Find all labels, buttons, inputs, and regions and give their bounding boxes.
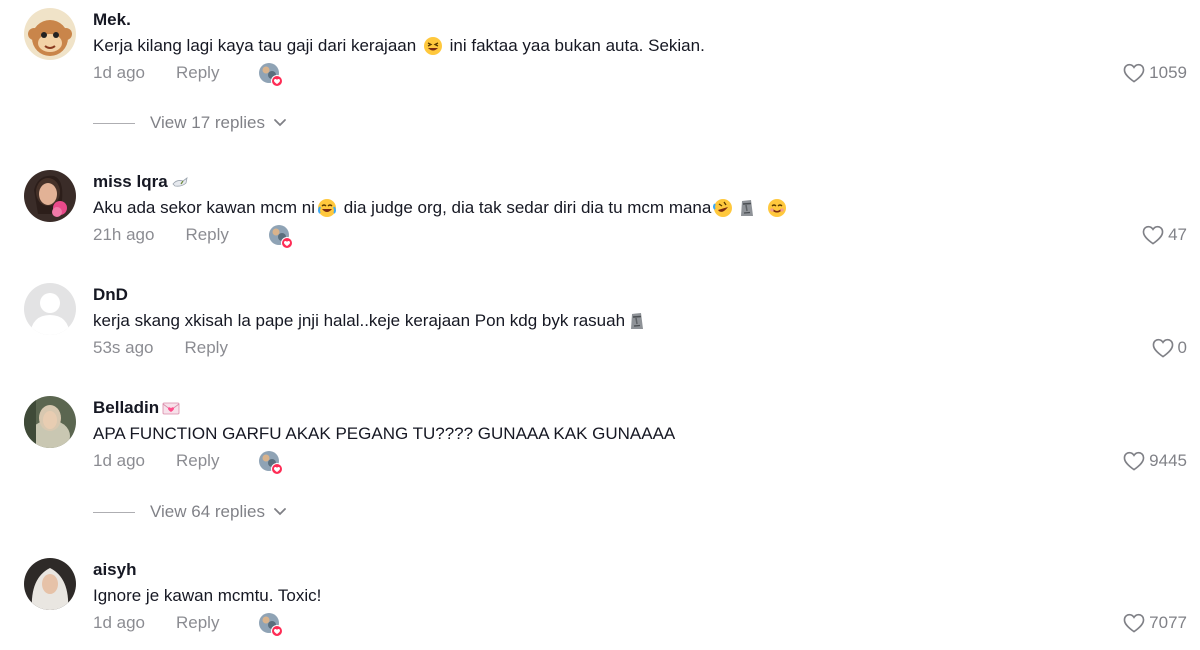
username[interactable]: aisyh — [93, 560, 136, 580]
view-replies-label[interactable]: View 64 replies — [150, 502, 265, 522]
avatar[interactable] — [24, 283, 76, 335]
username[interactable]: Mek. — [93, 10, 131, 30]
comment-item: aisyh Ignore je kawan mcmtu. Toxic! 1d a… — [0, 550, 1200, 630]
username-text[interactable]: DnD — [93, 285, 128, 305]
comment-text: APA FUNCTION GARFU AKAK PEGANG TU???? GU… — [93, 424, 676, 443]
reply-button[interactable]: Reply — [176, 63, 219, 83]
face-with-tears-of-joy-icon — [318, 199, 337, 217]
chevron-down-icon — [273, 118, 287, 128]
comment-meta: 53s ago Reply — [93, 338, 228, 358]
like-button[interactable]: 9445 — [1123, 451, 1187, 471]
creator-liked-icon — [258, 612, 284, 638]
comment-item: miss lqra Aku ada sekor kawan mcm ni dia… — [0, 162, 1200, 242]
avatar[interactable] — [24, 396, 76, 448]
smiling-face-icon — [768, 199, 787, 217]
comment-meta: 1d ago Reply — [93, 63, 219, 83]
comment-meta: 1d ago Reply — [93, 451, 219, 471]
rolling-on-floor-laughing-icon — [713, 199, 733, 217]
heart-icon — [1123, 613, 1145, 633]
comment-text: Kerja kilang lagi kaya tau gaji dari ker… — [93, 36, 705, 55]
dove-icon — [172, 177, 188, 187]
like-count: 0 — [1177, 338, 1187, 357]
comment-meta: 21h ago Reply — [93, 225, 229, 245]
timestamp: 53s ago — [93, 338, 154, 357]
divider-line — [93, 511, 135, 513]
like-count: 9445 — [1149, 451, 1187, 470]
comment-text: kerja skang xkisah la pape jnji halal..k… — [93, 311, 649, 331]
heart-icon — [1123, 63, 1145, 83]
reply-button[interactable]: Reply — [185, 225, 228, 245]
timestamp: 21h ago — [93, 225, 155, 244]
username[interactable]: miss lqra — [93, 172, 189, 192]
username[interactable]: DnD — [93, 285, 128, 305]
creator-liked-icon — [258, 450, 284, 476]
heart-icon — [1142, 225, 1164, 245]
divider-line — [93, 122, 135, 124]
view-replies-label[interactable]: View 17 replies — [150, 113, 265, 133]
love-letter-icon — [162, 402, 180, 415]
moai-icon — [631, 313, 644, 329]
comment-item: Belladin APA FUNCTION GARFU AKAK PEGANG … — [0, 388, 1200, 468]
comment-text: Aku ada sekor kawan mcm ni dia judge org… — [93, 198, 789, 218]
like-button[interactable]: 7077 — [1123, 613, 1187, 633]
avatar[interactable] — [24, 8, 76, 60]
moai-icon — [741, 200, 754, 216]
like-button[interactable]: 47 — [1142, 225, 1187, 245]
username[interactable]: Belladin — [93, 398, 180, 418]
comment-list: Mek. Kerja kilang lagi kaya tau gaji dar… — [0, 0, 1200, 650]
creator-liked-icon — [258, 62, 284, 88]
comment-meta: 1d ago Reply — [93, 613, 219, 633]
heart-icon — [1152, 338, 1174, 358]
creator-liked-icon — [268, 224, 294, 250]
like-button[interactable]: 0 — [1152, 338, 1187, 358]
grinning-squinting-face-icon — [423, 37, 442, 55]
like-button[interactable]: 1059 — [1123, 63, 1187, 83]
reply-button[interactable]: Reply — [176, 613, 219, 633]
avatar[interactable] — [24, 170, 76, 222]
view-replies-button[interactable]: View 64 replies — [93, 502, 287, 522]
comment-item: Mek. Kerja kilang lagi kaya tau gaji dar… — [0, 0, 1200, 80]
like-count: 1059 — [1149, 63, 1187, 82]
avatar[interactable] — [24, 558, 76, 610]
reply-button[interactable]: Reply — [185, 338, 228, 358]
heart-icon — [1123, 451, 1145, 471]
view-replies-button[interactable]: View 17 replies — [93, 113, 287, 133]
username-text[interactable]: miss lqra — [93, 172, 168, 192]
username-text[interactable]: Mek. — [93, 10, 131, 30]
comment-text: Ignore je kawan mcmtu. Toxic! — [93, 586, 322, 605]
like-count: 47 — [1168, 225, 1187, 244]
timestamp: 1d ago — [93, 63, 145, 82]
comment-item: DnD kerja skang xkisah la pape jnji hala… — [0, 275, 1200, 355]
username-text[interactable]: Belladin — [93, 398, 159, 418]
like-count: 7077 — [1149, 613, 1187, 632]
username-text[interactable]: aisyh — [93, 560, 136, 580]
timestamp: 1d ago — [93, 451, 145, 470]
timestamp: 1d ago — [93, 613, 145, 632]
reply-button[interactable]: Reply — [176, 451, 219, 471]
chevron-down-icon — [273, 507, 287, 517]
